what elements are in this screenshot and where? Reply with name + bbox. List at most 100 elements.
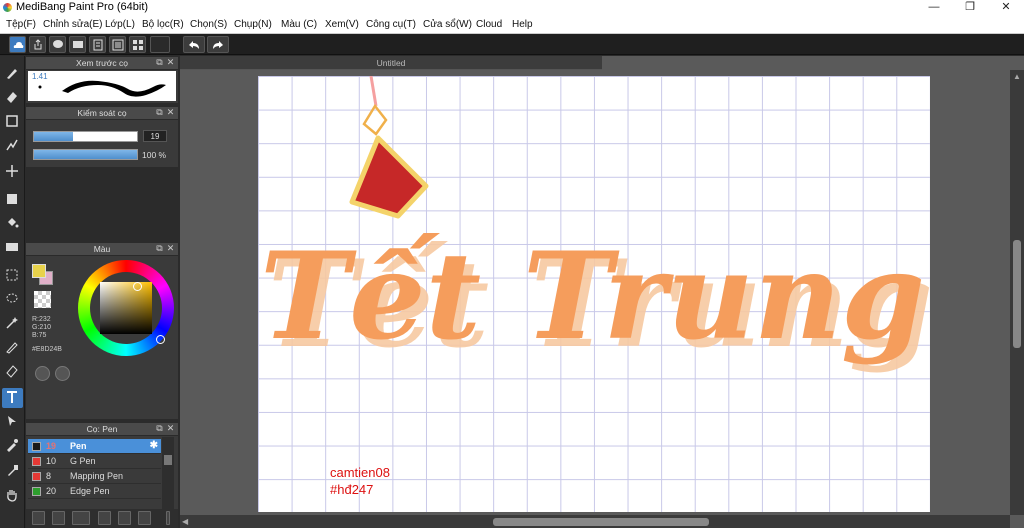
redo-icon[interactable] [207, 36, 229, 53]
grid-icon[interactable] [129, 36, 146, 53]
new-page-icon[interactable] [52, 511, 65, 525]
menu-filter[interactable]: Bộ lọc(R) [142, 19, 184, 30]
scroll-up-icon[interactable]: ▲ [1013, 72, 1021, 81]
float-icon[interactable]: ⧉ [155, 424, 164, 433]
brush-size-slider[interactable] [33, 131, 138, 142]
saturation-value-box[interactable] [100, 282, 152, 334]
toolbox [0, 56, 25, 528]
rectangle-icon[interactable] [2, 112, 23, 132]
brush-opacity-slider[interactable] [33, 149, 138, 160]
float-icon[interactable]: ⧉ [155, 108, 164, 117]
palette-icon[interactable] [35, 366, 50, 381]
vertical-scrollbar[interactable]: ▲ [1010, 70, 1024, 515]
hand-icon[interactable] [2, 486, 23, 506]
brush-color-swatch [32, 457, 41, 466]
brush-icon[interactable] [2, 64, 23, 84]
close-button[interactable]: ✕ [989, 0, 1023, 16]
line-icon[interactable] [2, 136, 23, 156]
fill-rect-icon[interactable] [2, 190, 23, 210]
select-pen-icon[interactable] [2, 338, 23, 358]
brush-size: 10 [46, 456, 57, 466]
select-eraser-icon[interactable] [2, 362, 23, 382]
scroll-handle[interactable] [166, 511, 170, 525]
duplicate-icon[interactable] [138, 511, 151, 525]
brush-item-pen[interactable]: 19 Pen ✱ [28, 439, 161, 454]
brush-list-title: Cọ: Pen [86, 424, 118, 434]
eyedropper-icon[interactable] [2, 436, 23, 456]
minimize-button[interactable]: — [917, 0, 951, 16]
close-icon[interactable]: ✕ [166, 424, 175, 433]
menu-edit[interactable]: Chỉnh sửa(E) [43, 19, 103, 30]
operation-icon[interactable] [2, 412, 23, 432]
red-value: R:232 [32, 316, 51, 323]
move-icon[interactable] [2, 162, 23, 182]
bucket-icon[interactable] [2, 214, 23, 234]
drawing-canvas[interactable]: Tết Trung Thu Tết Trung Thu camtien08 #h… [258, 76, 930, 512]
artwork-title: Tết Trung Thu [260, 226, 930, 367]
eraser-icon[interactable] [2, 88, 23, 108]
copy-brush-icon[interactable] [98, 511, 111, 525]
brush-size: 8 [46, 471, 52, 481]
select-rect-icon[interactable] [2, 266, 23, 286]
brush-item-g-pen[interactable]: 10 G Pen [28, 454, 161, 469]
add-brush-icon[interactable] [32, 511, 45, 525]
scroll-thumb[interactable] [1013, 240, 1021, 348]
brush-list-panel: Cọ: Pen ⧉ ✕ 19 Pen ✱ 10 G Pen 8 Mapping … [26, 423, 178, 513]
scroll-left-icon[interactable]: ◀ [182, 517, 188, 526]
gradient-icon[interactable] [2, 238, 23, 258]
menu-capture[interactable]: Chụp(N) [234, 19, 272, 30]
cloud-icon[interactable] [9, 36, 26, 53]
menu-layer[interactable]: Lớp(L) [105, 19, 135, 30]
panel-header: Màu ⧉ ✕ [26, 243, 178, 256]
brush-menu-icon[interactable] [72, 511, 90, 525]
brush-list-actions [26, 509, 178, 528]
panel-header: Xem trước cọ ⧉ ✕ [26, 57, 178, 70]
brush-item-edge-pen[interactable]: 20 Edge Pen [28, 484, 161, 499]
menu-tools[interactable]: Công cụ(T) [366, 19, 416, 30]
menu-color[interactable]: Màu (C) [281, 19, 317, 30]
menu-bar: Tệp(F) Chỉnh sửa(E) Lớp(L) Bộ lọc(R) Chọ… [0, 16, 1024, 34]
brush-list-scrollbar[interactable] [162, 437, 174, 513]
menu-file[interactable]: Tệp(F) [6, 19, 36, 30]
window-title: MediBang Paint Pro (64bit) [16, 1, 149, 13]
color-wheel[interactable] [78, 260, 174, 356]
menu-view[interactable]: Xem(V) [325, 19, 359, 30]
share-icon[interactable] [29, 36, 46, 53]
lasso-icon[interactable] [2, 290, 23, 310]
transparent-color-swatch[interactable] [34, 291, 51, 308]
text-icon[interactable] [2, 388, 23, 408]
undo-icon[interactable] [183, 36, 205, 53]
scroll-thumb[interactable] [164, 455, 172, 465]
dropper-icon[interactable] [2, 462, 23, 482]
sv-marker[interactable] [133, 282, 142, 291]
magic-wand-icon[interactable] [2, 314, 23, 334]
gear-icon[interactable]: ✱ [150, 440, 158, 451]
brush-size-value[interactable]: 19 [143, 130, 167, 142]
green-value: G:210 [32, 324, 52, 331]
primary-color-swatch[interactable] [32, 264, 46, 278]
restore-button[interactable]: ❐ [953, 0, 987, 16]
comment-icon[interactable] [49, 36, 66, 53]
color-settings-icon[interactable] [55, 366, 70, 381]
close-icon[interactable]: ✕ [166, 108, 175, 117]
folder-icon[interactable] [118, 511, 131, 525]
document-tab[interactable]: Untitled [180, 56, 602, 70]
app-logo-icon [3, 3, 12, 12]
menu-help[interactable]: Help [512, 19, 533, 30]
page-icon[interactable] [89, 36, 106, 53]
list-icon[interactable] [109, 36, 126, 53]
hue-marker[interactable] [156, 335, 165, 344]
close-icon[interactable]: ✕ [166, 244, 175, 253]
menu-cloud[interactable]: Cloud [476, 19, 502, 30]
brush-item-mapping-pen[interactable]: 8 Mapping Pen [28, 469, 161, 484]
horizontal-scrollbar[interactable]: ◀ [180, 515, 1010, 528]
message-icon[interactable] [69, 36, 86, 53]
float-icon[interactable]: ⧉ [155, 244, 164, 253]
menu-window[interactable]: Cửa sổ(W) [423, 19, 472, 30]
float-icon[interactable]: ⧉ [155, 58, 164, 67]
panel-header: Kiểm soát cọ ⧉ ✕ [26, 107, 178, 120]
close-icon[interactable]: ✕ [166, 58, 175, 67]
brush-color-swatch [32, 472, 41, 481]
scroll-thumb[interactable] [493, 518, 709, 526]
menu-select[interactable]: Chọn(S) [190, 19, 227, 30]
